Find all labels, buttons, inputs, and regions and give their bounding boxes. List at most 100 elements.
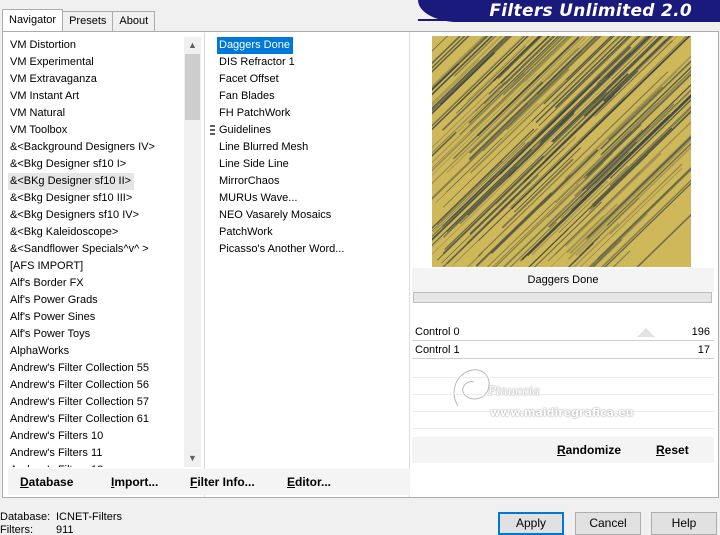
database-value: ICNET-Filters — [56, 511, 122, 523]
category-item-row: VM Experimental — [8, 54, 183, 71]
scroll-up-icon[interactable]: ▲ — [184, 37, 201, 54]
category-item-row: &<BKg Designer sf10 II> — [8, 173, 183, 190]
filter-item[interactable]: Daggers Done — [217, 37, 293, 54]
category-item[interactable]: Alf's Power Grads — [8, 292, 183, 309]
category-item-row: Andrew's Filters 12 — [8, 462, 183, 467]
category-scrollbar[interactable]: ▲ ▼ — [184, 37, 201, 467]
category-item-row: Andrew's Filters 11 — [8, 445, 183, 462]
filter-item-row: MURUs Wave... — [217, 190, 402, 207]
filter-item-row: DIS Refractor 1 — [217, 54, 402, 71]
filter-item-row: Fan Blades — [217, 88, 402, 105]
category-item[interactable]: &<BKg Designer sf10 II> — [8, 173, 135, 190]
category-item-row: Andrew's Filter Collection 56 — [8, 377, 183, 394]
database-button[interactable]: Database — [20, 469, 73, 495]
preview-pattern — [432, 36, 691, 267]
category-item[interactable]: Andrew's Filter Collection 56 — [8, 377, 183, 394]
filter-item[interactable]: Picasso's Another Word... — [217, 241, 402, 258]
category-item[interactable]: Andrew's Filter Collection 61 — [8, 411, 183, 428]
filter-item[interactable]: NEO Vasarely Mosaics — [217, 207, 402, 224]
reset-button[interactable]: Reset — [656, 437, 689, 463]
category-item[interactable]: AlphaWorks — [8, 343, 183, 360]
help-button[interactable]: Help — [651, 512, 717, 535]
category-item-row: VM Toolbox — [8, 122, 183, 139]
filter-name-label: Daggers Done — [412, 268, 714, 292]
category-item-row: VM Distortion — [8, 37, 183, 54]
tab-navigator[interactable]: Navigator — [2, 9, 64, 31]
control-1-track — [412, 358, 714, 359]
filter-list[interactable]: Daggers Done DIS Refractor 1 Facet Offset F… — [217, 37, 402, 467]
category-item-row: &<Bkg Kaleidoscope> — [8, 224, 183, 241]
category-item[interactable]: &<Bkg Kaleidoscope> — [8, 224, 183, 241]
preview-streak — [432, 36, 507, 109]
category-item[interactable]: &<Sandflower Specials^v^ > — [8, 241, 183, 258]
filter-item[interactable]: Line Blurred Mesh — [217, 139, 402, 156]
database-label: Database: — [0, 511, 51, 523]
filter-preview-image — [432, 36, 691, 267]
category-item[interactable]: VM Natural — [8, 105, 183, 122]
filter-info-button[interactable]: Filter Info... — [190, 469, 255, 495]
category-item-row: VM Instant Art — [8, 88, 183, 105]
scroll-thumb[interactable] — [185, 54, 200, 120]
category-item[interactable]: Andrew's Filter Collection 55 — [8, 360, 183, 377]
category-item-row: &<Bkg Designer sf10 I> — [8, 156, 183, 173]
category-item[interactable]: Andrew's Filters 11 — [8, 445, 183, 462]
filters-count-label: Filters: — [0, 524, 33, 535]
scroll-down-icon[interactable]: ▼ — [184, 450, 201, 467]
category-item[interactable]: Andrew's Filters 10 — [8, 428, 183, 445]
category-item[interactable]: &<Background Designers IV> — [8, 139, 183, 156]
tab-presets[interactable]: Presets — [62, 11, 114, 31]
apply-button[interactable]: Apply — [498, 512, 564, 535]
control-0-row[interactable]: Control 0 196 — [412, 324, 714, 341]
filter-item[interactable]: Line Side Line — [217, 156, 402, 173]
cancel-button[interactable]: Cancel — [575, 512, 641, 535]
watermark-url: www.maidiregrafica.eu — [490, 406, 634, 419]
filter-item[interactable]: PatchWork — [217, 224, 402, 241]
category-item[interactable]: Alf's Border FX — [8, 275, 183, 292]
category-item[interactable]: &<Bkg Designer sf10 I> — [8, 156, 183, 173]
category-item[interactable]: Alf's Power Sines — [8, 309, 183, 326]
tab-about[interactable]: About — [112, 11, 156, 31]
control-0-marker-icon — [637, 328, 655, 337]
category-item[interactable]: [AFS IMPORT] — [8, 258, 183, 275]
filter-item-row: Line Side Line — [217, 156, 402, 173]
category-item[interactable]: VM Toolbox — [8, 122, 183, 139]
database-info: Database: ICNET-Filters Filters: 911 — [0, 511, 122, 535]
filter-item[interactable]: Guidelines — [217, 122, 402, 139]
category-item[interactable]: VM Experimental — [8, 54, 183, 71]
control-0-label: Control 0 — [415, 326, 460, 338]
category-item[interactable]: Alf's Power Toys — [8, 326, 183, 343]
category-item-row: &<Background Designers IV> — [8, 139, 183, 156]
category-item-row: Andrew's Filters 10 — [8, 428, 183, 445]
filter-item-row: Facet Offset — [217, 71, 402, 88]
filter-item[interactable]: MURUs Wave... — [217, 190, 402, 207]
control-1-row[interactable]: Control 1 17 — [412, 342, 714, 359]
category-item[interactable]: &<Bkg Designers sf10 IV> — [8, 207, 183, 224]
filter-item[interactable]: FH PatchWork — [217, 105, 402, 122]
category-item[interactable]: VM Instant Art — [8, 88, 183, 105]
progress-bar — [413, 292, 712, 303]
editor-button[interactable]: Editor... — [287, 469, 331, 495]
category-item[interactable]: Andrew's Filter Collection 57 — [8, 394, 183, 411]
category-item-row: VM Extravaganza — [8, 71, 183, 88]
filter-item[interactable]: MirrorChaos — [217, 173, 402, 190]
filter-item-row: Line Blurred Mesh — [217, 139, 402, 156]
import-button[interactable]: Import... — [111, 469, 158, 495]
filters-count-value: 911 — [56, 524, 74, 535]
category-item-row: Andrew's Filter Collection 61 — [8, 411, 183, 428]
randomize-button[interactable]: Randomize — [557, 437, 621, 463]
filter-item[interactable]: DIS Refractor 1 — [217, 54, 402, 71]
category-list[interactable]: VM Distortion VM Experimental VM Extravaga… — [8, 37, 183, 467]
watermark-name: Pinuccia — [488, 384, 540, 398]
filter-item[interactable]: Fan Blades — [217, 88, 402, 105]
category-item-row: [AFS IMPORT] — [8, 258, 183, 275]
filter-item[interactable]: Facet Offset — [217, 71, 402, 88]
category-item[interactable]: VM Distortion — [8, 37, 183, 54]
category-item[interactable]: &<Bkg Designer sf10 III> — [8, 190, 183, 207]
category-item[interactable]: VM Extravaganza — [8, 71, 183, 88]
drag-grip-icon[interactable] — [210, 125, 215, 135]
category-item-row: Andrew's Filter Collection 57 — [8, 394, 183, 411]
filter-item-row: NEO Vasarely Mosaics — [217, 207, 402, 224]
filter-item-row: Guidelines — [217, 122, 402, 139]
category-item[interactable]: Andrew's Filters 12 — [8, 462, 183, 467]
category-item-row: Alf's Power Toys — [8, 326, 183, 343]
